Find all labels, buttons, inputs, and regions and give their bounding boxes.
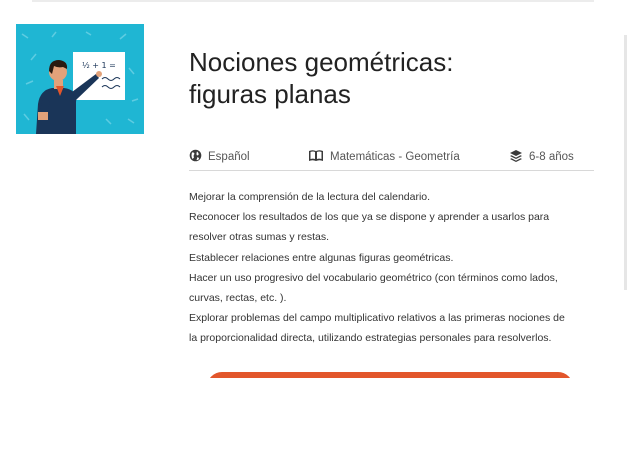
objective-line: Hacer un uso progresivo del vocabulario … (189, 271, 558, 284)
meta-divider (189, 170, 594, 171)
age-label: 6-8 años (529, 151, 574, 163)
course-action-button[interactable] (207, 372, 573, 378)
meta-age: 6-8 años (509, 148, 574, 166)
book-icon (308, 149, 324, 165)
objective-line: la proporcionalidad directa, utilizando … (189, 332, 552, 345)
layers-icon (509, 149, 523, 166)
objective-line: Mejorar la comprensión de la lectura del… (189, 191, 431, 203)
course-meta: Español Matemáticas - Geometría 6-8 años (189, 148, 594, 168)
subject-label: Matemáticas - Geometría (330, 151, 460, 163)
teacher-illustration: ½ + 1 = (21, 31, 139, 134)
page-title: Nociones geométricas: figuras planas (189, 46, 589, 110)
meta-subject: Matemáticas - Geometría (308, 148, 460, 166)
top-divider (32, 0, 594, 2)
objective-line: resolver otras sumas y restas. (189, 231, 330, 244)
title-line-1: Nociones geométricas: (189, 47, 454, 77)
objective-line: Explorar problemas del campo multiplicat… (189, 312, 565, 325)
globe-icon (189, 149, 202, 165)
objective-line: Reconocer los resultados de los que ya s… (189, 211, 550, 224)
objective-line: curvas, rectas, etc. ). (189, 292, 287, 305)
objective-line: Establecer relaciones entre algunas figu… (189, 251, 454, 264)
language-label: Español (208, 151, 250, 163)
board-formula: ½ + 1 = (82, 61, 116, 70)
objectives-list: Mejorar la comprensión de la lectura del… (189, 187, 601, 349)
meta-language: Español (189, 148, 250, 166)
title-line-2: figuras planas (189, 79, 351, 109)
course-thumbnail[interactable]: ½ + 1 = (16, 24, 144, 134)
